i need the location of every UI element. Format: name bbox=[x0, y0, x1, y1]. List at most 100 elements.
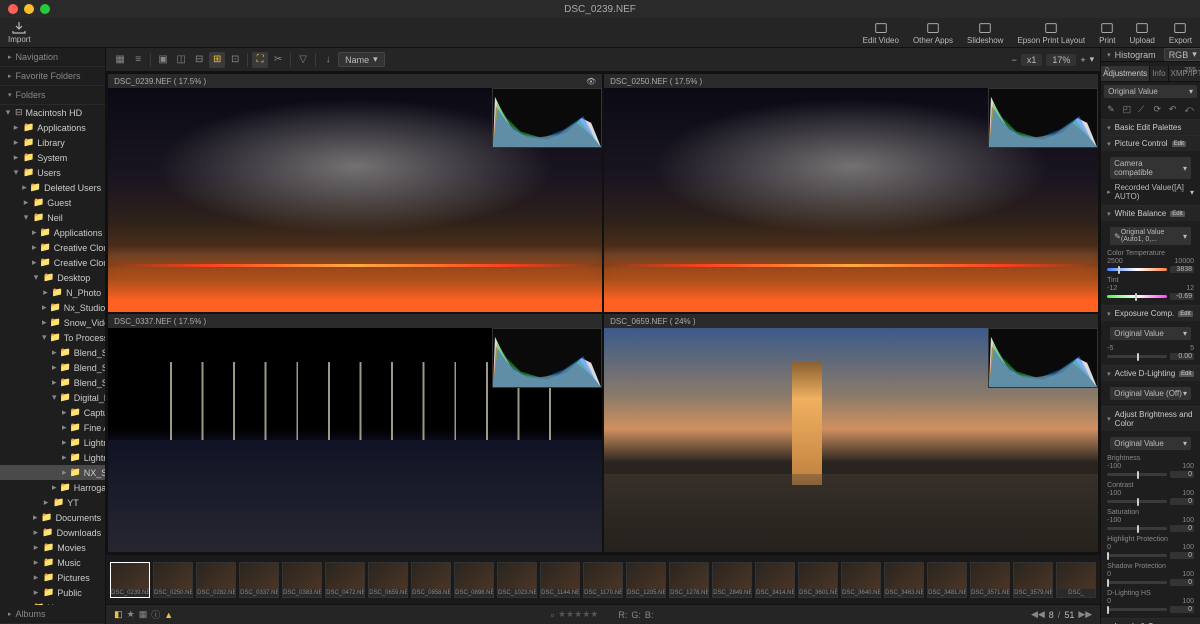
abc-dropdown[interactable]: Original Value▾ bbox=[1110, 437, 1191, 450]
folder-capture-one-course[interactable]: ▸📁Capture_One_Course bbox=[0, 405, 105, 420]
folder-movies[interactable]: ▸📁Movies bbox=[0, 540, 105, 555]
preset-dropdown[interactable]: Original Value▾ bbox=[1104, 85, 1197, 98]
folder-blend-sunset[interactable]: ▸📁Blend_Sunset bbox=[0, 375, 105, 390]
filmstrip[interactable]: DSC_0239.NEFDSC_0250.NEFDSC_0282.NEFDSC_… bbox=[106, 554, 1100, 604]
thumbnail[interactable]: DSC_1278.NEF bbox=[669, 562, 709, 598]
adl-dropdown[interactable]: Original Value (Off)▾ bbox=[1110, 387, 1191, 400]
thumbnail[interactable]: DSC_3601.NEF bbox=[798, 562, 838, 598]
folder-snow-videos[interactable]: ▸📁Snow_Videos bbox=[0, 315, 105, 330]
zoom-dropdown[interactable]: ▾ bbox=[1090, 54, 1095, 65]
folder-lightroom-course[interactable]: ▸📁Lightroom_Course bbox=[0, 450, 105, 465]
folder-tree[interactable]: ▾⊟Macintosh HD▸📁Applications▸📁Library▸📁S… bbox=[0, 105, 105, 605]
active-d-lighting-header[interactable]: ▾Active D-LightingEdit bbox=[1101, 366, 1200, 381]
folder-fine-art-prints[interactable]: ▸📁Fine Art Prints bbox=[0, 420, 105, 435]
map-view-button[interactable]: ⊡ bbox=[227, 52, 243, 68]
next-page-button[interactable]: ▶▶ bbox=[1078, 609, 1092, 620]
color-temp-slider[interactable]: Color Temperature 250010000 3838 bbox=[1107, 248, 1194, 275]
window-close-button[interactable] bbox=[8, 4, 18, 14]
saturation-slider[interactable]: Saturation-1001000 bbox=[1107, 507, 1194, 534]
thumbnail[interactable]: DSC_0337.NEF bbox=[239, 562, 279, 598]
eyedropper-icon[interactable]: ✎ bbox=[1107, 104, 1116, 116]
ec-value-dropdown[interactable]: Original Value▾ bbox=[1110, 327, 1191, 340]
folder-blend-snow-2[interactable]: ▸📁Blend_Snow_2 bbox=[0, 360, 105, 375]
grid-size-icon[interactable]: ▦ bbox=[139, 609, 148, 620]
folder-neil[interactable]: ▾📁Neil bbox=[0, 210, 105, 225]
pc-camera-dropdown[interactable]: Camera compatible▾ bbox=[1110, 157, 1191, 179]
levels-curves-header[interactable]: ▸Levels & Curves bbox=[1101, 619, 1200, 624]
other-apps-button[interactable]: Other Apps bbox=[913, 21, 953, 45]
link-view-button[interactable]: ⛶ bbox=[252, 52, 268, 68]
thumbnail[interactable]: DSC_3571.NEF bbox=[970, 562, 1010, 598]
folder-system[interactable]: ▸📁System bbox=[0, 150, 105, 165]
rating-stars[interactable]: ★★★★★ bbox=[558, 609, 598, 620]
folder-creative-cloud-files[interactable]: ▸📁Creative Cloud Files bbox=[0, 240, 105, 255]
folder-nx-studio[interactable]: ▸📁Nx_Studio bbox=[0, 300, 105, 315]
thumbnail[interactable]: DSC_3481.NEF bbox=[927, 562, 967, 598]
folder-pictures[interactable]: ▸📁Pictures bbox=[0, 570, 105, 585]
folder-creative-cloud-files-archived-1-[interactable]: ▸📁Creative Cloud Files (archived) (1) bbox=[0, 255, 105, 270]
folder-lightroom-black-white[interactable]: ▸📁Lightroom_Black&White bbox=[0, 435, 105, 450]
sort-dropdown[interactable]: Name▾ bbox=[338, 52, 385, 67]
thumbnail[interactable]: DSC_1205.NEF bbox=[626, 562, 666, 598]
sort-dir-button[interactable]: ↓ bbox=[320, 52, 336, 68]
thumbnail[interactable]: DSC_3414.NEF bbox=[755, 562, 795, 598]
window-minimize-button[interactable] bbox=[24, 4, 34, 14]
folder-public[interactable]: ▸📁Public bbox=[0, 585, 105, 600]
tab-info[interactable]: Info bbox=[1150, 66, 1168, 81]
zoom-out-button[interactable]: − bbox=[1012, 55, 1017, 65]
thumbnail[interactable]: DSC_ bbox=[1056, 562, 1096, 598]
thumbnail[interactable]: DSC_0472.NEF bbox=[325, 562, 365, 598]
thumbnail[interactable]: DSC_3579.NEF bbox=[1013, 562, 1053, 598]
thumbnail[interactable]: DSC_0250.NEF bbox=[153, 562, 193, 598]
folder-applications[interactable]: ▸📁Applications bbox=[0, 120, 105, 135]
folder-users[interactable]: ▾📁Users bbox=[0, 165, 105, 180]
slideshow-button[interactable]: Slideshow bbox=[967, 21, 1003, 45]
contrast-slider[interactable]: Contrast-1001000 bbox=[1107, 480, 1194, 507]
folder-desktop[interactable]: ▾📁Desktop bbox=[0, 270, 105, 285]
compare-4-button[interactable]: ⊞ bbox=[209, 52, 225, 68]
thumbnail[interactable]: DSC_3463.NEF bbox=[884, 562, 924, 598]
thumbnail[interactable]: DSC_0239.NEF bbox=[110, 562, 150, 598]
thumbnail[interactable]: DSC_1023.NEF bbox=[497, 562, 537, 598]
list-view-button[interactable]: ≡ bbox=[130, 52, 146, 68]
print-button[interactable]: Print bbox=[1099, 21, 1115, 45]
folder-documents[interactable]: ▸📁Documents bbox=[0, 510, 105, 525]
brightness-slider[interactable]: Brightness-1001000 bbox=[1107, 453, 1194, 480]
label-toggle-icon[interactable]: ◧ bbox=[114, 609, 123, 620]
single-view-button[interactable]: ▣ bbox=[155, 52, 171, 68]
favorites-section-header[interactable]: ▸Favorite Folders bbox=[0, 67, 105, 86]
histogram-overlay-icon[interactable]: ▲ bbox=[164, 610, 173, 620]
crop-icon[interactable]: ◰ bbox=[1123, 104, 1132, 116]
dlhs-slider[interactable]: D-Lighting HS01000 bbox=[1107, 588, 1194, 615]
straighten-icon[interactable]: ⟋ bbox=[1138, 104, 1147, 116]
folder-harrogate-snow-jan-2021[interactable]: ▸📁Harrogate_Snow_Jan_2021 bbox=[0, 480, 105, 495]
grid-view-button[interactable]: ▦ bbox=[112, 52, 128, 68]
undo-icon[interactable]: ↶ bbox=[1169, 104, 1178, 116]
exposure-comp-header[interactable]: ▾Exposure Comp.Edit bbox=[1101, 306, 1200, 321]
folder-guest[interactable]: ▸📁Guest bbox=[0, 195, 105, 210]
folder-digital-darkroom[interactable]: ▾📁Digital_Darkroom bbox=[0, 390, 105, 405]
reset-icon[interactable]: ⤺ bbox=[1184, 104, 1194, 116]
crop-tool-button[interactable]: ✂ bbox=[270, 52, 286, 68]
ec-slider[interactable]: -55 0.00 bbox=[1107, 343, 1194, 362]
folder-library[interactable]: ▸📁Library bbox=[0, 135, 105, 150]
folder-n-photo[interactable]: ▸📁N_Photo bbox=[0, 285, 105, 300]
folder-to-process[interactable]: ▾📁To Process bbox=[0, 330, 105, 345]
compare-h-button[interactable]: ⊟ bbox=[191, 52, 207, 68]
sp-slider[interactable]: Shadow Protection01000 bbox=[1107, 561, 1194, 588]
thumbnail[interactable]: DSC_3640.NEF bbox=[841, 562, 881, 598]
thumbnail[interactable]: DSC_1170.NEF bbox=[583, 562, 623, 598]
viewer-cell-2[interactable]: DSC_0337.NEF ( 17.5% ) bbox=[108, 314, 602, 552]
folder-yt[interactable]: ▸📁YT bbox=[0, 495, 105, 510]
basic-edit-palettes-header[interactable]: ▾Basic Edit Palettes bbox=[1101, 120, 1200, 135]
thumbnail[interactable]: DSC_0858.NEF bbox=[411, 562, 451, 598]
folder-deleted-users[interactable]: ▸📁Deleted Users bbox=[0, 180, 105, 195]
folder-blend-snow[interactable]: ▸📁Blend_Snow bbox=[0, 345, 105, 360]
wb-value-dropdown[interactable]: ✎Original Value (Auto1, 0,...▾ bbox=[1110, 227, 1191, 245]
viewer-cell-1[interactable]: DSC_0250.NEF ( 17.5% ) bbox=[604, 74, 1098, 312]
window-maximize-button[interactable] bbox=[40, 4, 50, 14]
epson-button[interactable]: Epson Print Layout bbox=[1017, 21, 1085, 45]
picture-control-header[interactable]: ▾Picture ControlEdit bbox=[1101, 136, 1200, 151]
folder-applications[interactable]: ▸📁Applications bbox=[0, 225, 105, 240]
auto-icon[interactable]: ⟳ bbox=[1153, 104, 1162, 116]
